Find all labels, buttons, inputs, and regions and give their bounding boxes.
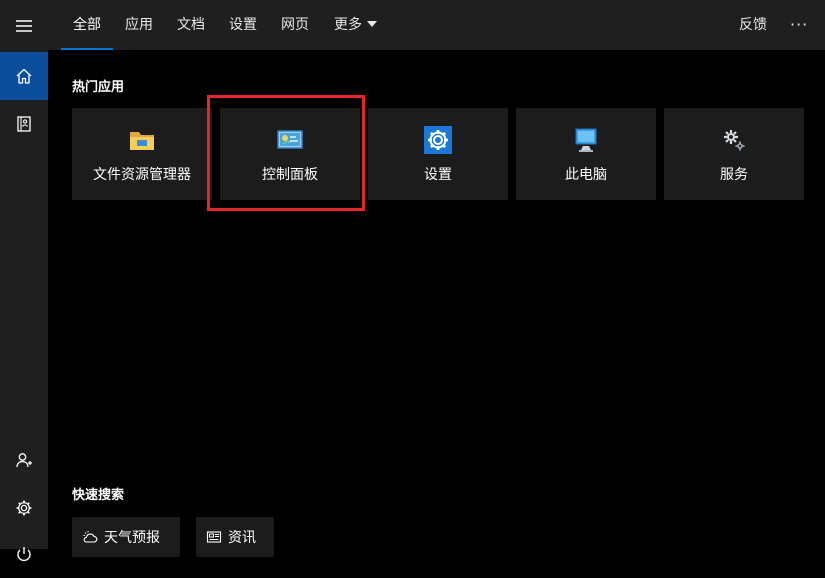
settings-button[interactable] [0, 484, 48, 532]
quick-search-news[interactable]: 资讯 [196, 517, 274, 557]
app-tile-services[interactable]: 服务 [664, 108, 804, 200]
this-pc-icon [575, 128, 597, 152]
tab-more[interactable]: 更多 [334, 0, 377, 50]
menu-icon [16, 20, 32, 32]
quick-search-label: 资讯 [228, 530, 256, 546]
more-options-button[interactable]: ··· [790, 0, 808, 50]
services-icon [724, 130, 745, 151]
app-tile-file-explorer[interactable]: 文件资源管理器 [72, 108, 212, 200]
quick-search-weather[interactable]: 天气预报 [72, 517, 180, 557]
tab-more-label: 更多 [334, 17, 362, 33]
app-tile-label: 设置 [424, 167, 452, 183]
add-person-button[interactable] [0, 436, 48, 484]
gear-icon [16, 500, 32, 516]
app-tile-label: 此电脑 [565, 167, 607, 183]
top-bar: 全部 应用 文档 设置 网页 更多 反馈 ··· [48, 0, 825, 50]
app-tile-settings[interactable]: 设置 [368, 108, 508, 200]
power-button[interactable] [0, 530, 48, 578]
power-icon [17, 547, 31, 562]
notebook-icon [17, 116, 31, 132]
tab-settings[interactable]: 设置 [229, 0, 257, 50]
quick-search-label: 天气预报 [104, 530, 160, 546]
settings-gear-icon [424, 126, 452, 154]
home-icon [16, 68, 32, 84]
add-person-icon [16, 453, 32, 468]
weather-icon [83, 531, 98, 543]
tab-documents[interactable]: 文档 [177, 0, 205, 50]
app-tile-label: 控制面板 [262, 167, 318, 183]
home-button[interactable] [0, 52, 48, 100]
tab-all[interactable]: 全部 [61, 0, 113, 50]
app-tile-this-pc[interactable]: 此电脑 [516, 108, 656, 200]
news-icon [206, 531, 222, 543]
file-explorer-icon [130, 132, 154, 150]
tab-apps[interactable]: 应用 [125, 0, 153, 50]
caret-down-icon [367, 21, 377, 27]
hot-apps-title: 热门应用 [72, 80, 125, 95]
menu-button[interactable] [0, 2, 48, 50]
control-panel-icon [277, 130, 303, 149]
app-tile-label: 服务 [720, 167, 748, 183]
notebook-button[interactable] [0, 100, 48, 148]
quick-search-title: 快速搜索 [72, 488, 125, 503]
sidebar [0, 0, 48, 562]
app-tile-control-panel[interactable]: 控制面板 [220, 108, 360, 200]
app-tile-label: 文件资源管理器 [93, 167, 191, 183]
tab-web[interactable]: 网页 [281, 0, 309, 50]
feedback-button[interactable]: 反馈 [739, 0, 767, 50]
